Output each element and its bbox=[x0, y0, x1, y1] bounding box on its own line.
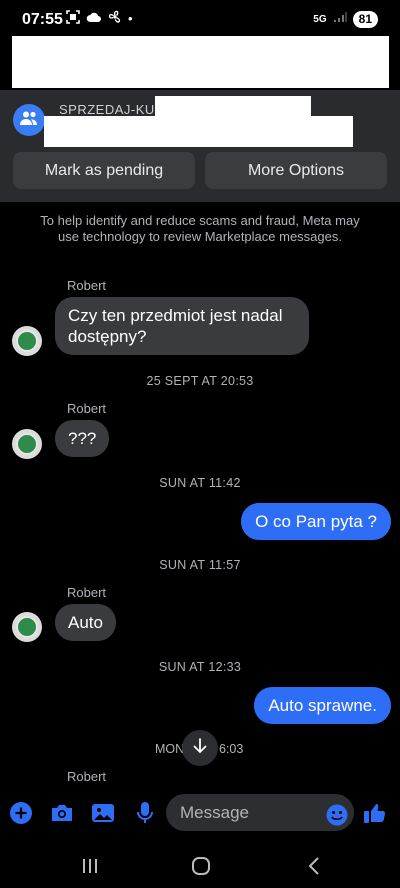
back-icon[interactable] bbox=[301, 853, 327, 879]
timestamp: SUN AT 11:57 bbox=[159, 558, 241, 572]
marketplace-title: SPRZEDAJ-KUP bbox=[59, 102, 164, 117]
emoji-icon[interactable] bbox=[324, 802, 350, 828]
message-bubble-incoming[interactable]: ??? bbox=[55, 420, 110, 457]
redacted-subtitle-block bbox=[44, 116, 353, 147]
fan-icon bbox=[108, 10, 122, 28]
network-label: 5G bbox=[313, 13, 327, 25]
people-icon bbox=[19, 110, 39, 131]
camera-icon[interactable] bbox=[49, 800, 75, 826]
status-right: 5G 81 bbox=[313, 10, 378, 28]
sender-name: Robert bbox=[67, 769, 107, 784]
arrow-down-icon bbox=[193, 737, 207, 759]
battery-badge: 81 bbox=[352, 10, 378, 28]
sender-name: Robert bbox=[67, 585, 107, 600]
redacted-title-block bbox=[155, 96, 311, 116]
group-avatar[interactable] bbox=[13, 104, 45, 136]
home-icon[interactable] bbox=[188, 853, 214, 879]
message-bubble-outgoing[interactable]: O co Pan pyta ? bbox=[241, 503, 391, 540]
recent-apps-icon[interactable] bbox=[77, 853, 103, 879]
status-time: 07:55 bbox=[22, 11, 63, 28]
signal-icon bbox=[333, 10, 347, 28]
message-bubble-incoming[interactable]: Czy ten przedmiot jest nadal dostępny? bbox=[55, 297, 309, 355]
avatar-badge bbox=[16, 433, 38, 455]
notification-dot-icon: • bbox=[128, 11, 133, 26]
scam-notice: To help identify and reduce scams and fr… bbox=[40, 213, 360, 244]
sender-name: Robert bbox=[67, 278, 107, 293]
screenshot-icon bbox=[66, 10, 80, 28]
thumbs-up-icon[interactable] bbox=[362, 800, 388, 826]
microphone-icon[interactable] bbox=[132, 800, 158, 826]
image-icon[interactable] bbox=[90, 800, 116, 826]
message-bubble-incoming[interactable]: Auto bbox=[55, 604, 116, 641]
avatar[interactable] bbox=[12, 612, 42, 642]
scroll-to-bottom-button[interactable] bbox=[182, 730, 218, 766]
avatar-badge bbox=[16, 616, 38, 638]
timestamp-partial-left: MON bbox=[155, 742, 185, 756]
timestamp: SUN AT 11:42 bbox=[159, 476, 241, 490]
mark-as-pending-button[interactable]: Mark as pending bbox=[13, 152, 195, 189]
avatar-badge bbox=[16, 330, 38, 352]
timestamp-partial-right: 6:03 bbox=[219, 742, 244, 756]
status-icons: • bbox=[66, 10, 133, 28]
message-bubble-outgoing[interactable]: Auto sprawne. bbox=[254, 687, 391, 724]
plus-icon[interactable] bbox=[8, 800, 34, 826]
more-options-button[interactable]: More Options bbox=[205, 152, 387, 189]
sender-name: Robert bbox=[67, 401, 107, 416]
timestamp: SUN AT 12:33 bbox=[158, 660, 242, 674]
redacted-header bbox=[12, 36, 389, 88]
avatar[interactable] bbox=[12, 429, 42, 459]
avatar[interactable] bbox=[12, 326, 42, 356]
cloud-icon bbox=[86, 11, 102, 27]
timestamp: 25 SEPT AT 20:53 bbox=[146, 374, 254, 388]
